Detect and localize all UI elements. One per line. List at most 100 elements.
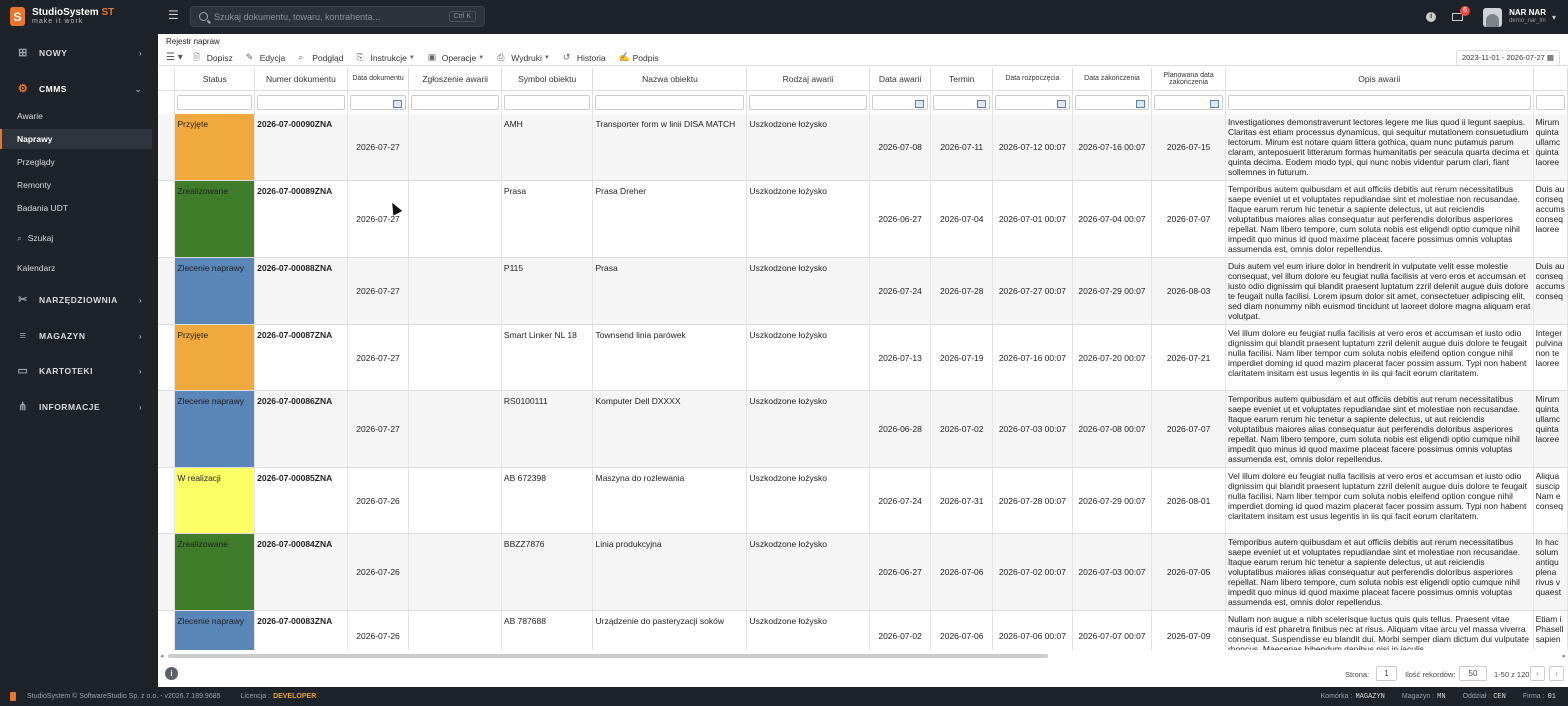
filter-planowana-data[interactable] xyxy=(1154,94,1223,110)
mail-icon[interactable]: 6 xyxy=(1452,6,1471,21)
cell-data_awarii: 2026-07-24 xyxy=(869,467,932,534)
column-header[interactable]: Rodzaj awarii xyxy=(746,68,870,91)
menu-toggle-icon[interactable]: ☰ xyxy=(168,9,179,21)
column-header[interactable]: Data zakończenia xyxy=(1072,68,1153,91)
scroll-right-icon[interactable]: ▸ xyxy=(1562,652,1566,660)
filter-extra[interactable] xyxy=(1535,94,1565,110)
row-gutter[interactable] xyxy=(158,533,176,611)
table-row[interactable]: Przyjęte 2026-07-00087ZNA 2026-07-27 Smart … xyxy=(158,324,1568,391)
prev-page-button[interactable]: ‹ xyxy=(1530,666,1545,681)
cell-opis: Duis autem vel eum iriure dolor in hendr… xyxy=(1225,257,1534,325)
column-header[interactable] xyxy=(1533,68,1568,91)
row-gutter[interactable] xyxy=(158,610,176,650)
prints-dropdown[interactable]: ⎙ Wydruki ▼ xyxy=(497,53,550,63)
row-gutter[interactable] xyxy=(158,324,176,391)
columns-menu-icon[interactable]: ☰ ▾ xyxy=(166,52,183,63)
page-input[interactable]: 1 xyxy=(1376,666,1397,681)
edit-button[interactable]: ✎ Edycja xyxy=(246,53,286,63)
preview-button[interactable]: ⌕ Podgląd xyxy=(298,53,343,63)
operations-dropdown[interactable]: ▣ Operacje ▼ xyxy=(428,53,484,63)
table-row[interactable]: Zrealizowane 2026-07-00084ZNA 2026-07-26 BB… xyxy=(158,533,1568,611)
sidebar-group-label: KARTOTEKI xyxy=(39,366,93,376)
app-logo[interactable]: S StudioSystem ST make it work xyxy=(10,7,114,26)
avatar[interactable] xyxy=(1483,7,1503,27)
info-icon[interactable]: i xyxy=(1426,12,1437,22)
sidebar-group-narzedziownia[interactable]: ✂ NARZĘDZIOWNIA › xyxy=(0,293,158,307)
sidebar-group-cmms[interactable]: ⚙ CMMS ⌄ xyxy=(0,82,158,96)
sidebar-item-przeglady[interactable]: Przeglądy xyxy=(0,152,152,172)
sidebar-group-informacje[interactable]: ⋔ INFORMACJE › xyxy=(0,400,158,414)
search-input[interactable] xyxy=(214,11,434,22)
filter-data-rozpoczecia[interactable] xyxy=(995,94,1070,110)
signature-button[interactable]: ✍ Podpis xyxy=(619,53,659,63)
filter-termin[interactable] xyxy=(933,94,991,110)
global-search[interactable]: Ctrl K xyxy=(190,6,485,27)
sidebar-item-szukaj[interactable]: ⌕ Szukaj xyxy=(0,228,152,248)
column-header[interactable]: Symbol obiektu xyxy=(501,68,594,91)
edit-button-label: Edycja xyxy=(259,52,286,63)
scrollbar-thumb[interactable] xyxy=(168,654,1048,658)
sidebar-group-kartoteki[interactable]: ▭ KARTOTEKI › xyxy=(0,364,158,378)
cell-data_dok: 2026-07-26 xyxy=(347,467,410,534)
table-row[interactable]: Zrealizowane 2026-07-00089ZNA 2026-07-27 Pr… xyxy=(158,180,1568,258)
firma-value[interactable]: 01 xyxy=(1548,693,1556,701)
filter-data-zakonczenia[interactable] xyxy=(1074,94,1150,110)
row-gutter[interactable] xyxy=(158,257,176,325)
table-row[interactable]: Przyjęte 2026-07-00090ZNA 2026-07-27 AMH Tra… xyxy=(158,114,1568,181)
records-count-select[interactable]: 50 xyxy=(1459,666,1487,681)
table-row[interactable]: Zlecenie naprawy 2026-07-00083ZNA 2026-07-… xyxy=(158,610,1568,650)
column-header[interactable]: Zgłoszenie awarii xyxy=(408,68,502,91)
column-header[interactable]: Status xyxy=(174,68,256,91)
komorka-value[interactable]: MAGAZYN xyxy=(1355,693,1384,701)
table-row[interactable]: W realizacji 2026-07-00085ZNA 2026-07-26 AB… xyxy=(158,467,1568,534)
filter-zgloszenie[interactable] xyxy=(411,94,499,110)
next-page-button[interactable]: › xyxy=(1549,666,1564,681)
history-button[interactable]: ↺ Historia xyxy=(563,53,606,63)
column-header[interactable]: Data rozpoczęcia xyxy=(992,68,1073,91)
instructions-dropdown[interactable]: ⎘ Instrukcje ▼ xyxy=(356,53,414,63)
magazyn-value[interactable]: MN xyxy=(1437,693,1445,701)
filter-status[interactable] xyxy=(177,94,253,110)
date-range-picker[interactable]: 2023-11-01 - 2026-07-27 ▦ xyxy=(1455,50,1560,66)
filter-opis[interactable] xyxy=(1227,94,1531,110)
scroll-left-icon[interactable]: ◂ xyxy=(160,652,164,660)
filter-symbol[interactable] xyxy=(503,94,591,110)
sidebar-item-kalendarz[interactable]: Kalendarz xyxy=(0,258,152,278)
filter-data-dokumentu[interactable] xyxy=(349,94,407,110)
sidebar-group-magazyn[interactable]: ≡ MAGAZYN › xyxy=(0,329,158,343)
column-header[interactable]: Nazwa obiektu xyxy=(592,68,748,91)
sidebar-group-nowy[interactable]: ⊞ NOWY › xyxy=(0,46,158,60)
filter-data-awarii[interactable] xyxy=(871,94,929,110)
oddzial-value[interactable]: CEN xyxy=(1493,693,1506,701)
sidebar-item-naprawy[interactable]: Naprawy xyxy=(0,129,152,149)
add-button[interactable]: 🗎 Dopisz xyxy=(193,53,233,63)
column-header[interactable]: Numer dokumentu xyxy=(254,68,348,91)
row-gutter[interactable] xyxy=(158,180,176,258)
sidebar-item-remonty[interactable]: Remonty xyxy=(0,175,152,195)
cell-rodzaj: Uszkodzone łożysko xyxy=(746,467,870,534)
sidebar-item-badania-udt[interactable]: Badania UDT xyxy=(0,198,152,218)
info-icon[interactable]: i xyxy=(165,667,178,680)
column-header[interactable]: Data dokumentu xyxy=(347,68,410,91)
chevron-down-icon[interactable]: ▾ xyxy=(1552,13,1556,22)
table-row[interactable]: Zlecenie naprawy 2026-07-00088ZNA 2026-07-… xyxy=(158,257,1568,325)
table-row[interactable]: Zlecenie naprawy 2026-07-00086ZNA 2026-07-… xyxy=(158,390,1568,468)
row-gutter[interactable] xyxy=(158,467,176,534)
filter-numer[interactable] xyxy=(257,94,345,110)
row-gutter[interactable] xyxy=(158,390,176,468)
chevron-right-icon: › xyxy=(138,48,142,58)
cell-data_awarii: 2026-07-08 xyxy=(869,114,932,181)
column-header[interactable]: Data awarii xyxy=(869,68,932,91)
column-header[interactable]: Opis awarii xyxy=(1225,68,1534,91)
column-header[interactable]: Termin xyxy=(930,68,994,91)
user-menu[interactable]: NAR NAR demo_nar_lm xyxy=(1509,8,1546,26)
license-value: DEVELOPER xyxy=(273,693,317,700)
filter-cell xyxy=(992,90,1073,114)
cell-symbol: BBZZ7876 xyxy=(501,533,594,611)
sidebar-item-awarie[interactable]: Awarie xyxy=(0,106,152,126)
filter-nazwa[interactable] xyxy=(595,94,745,110)
horizontal-scrollbar[interactable]: ◂ ▸ xyxy=(160,652,1566,660)
row-gutter[interactable] xyxy=(158,114,176,181)
column-header[interactable]: Planowana data zakończenia xyxy=(1151,68,1226,91)
filter-rodzaj[interactable] xyxy=(749,94,867,110)
